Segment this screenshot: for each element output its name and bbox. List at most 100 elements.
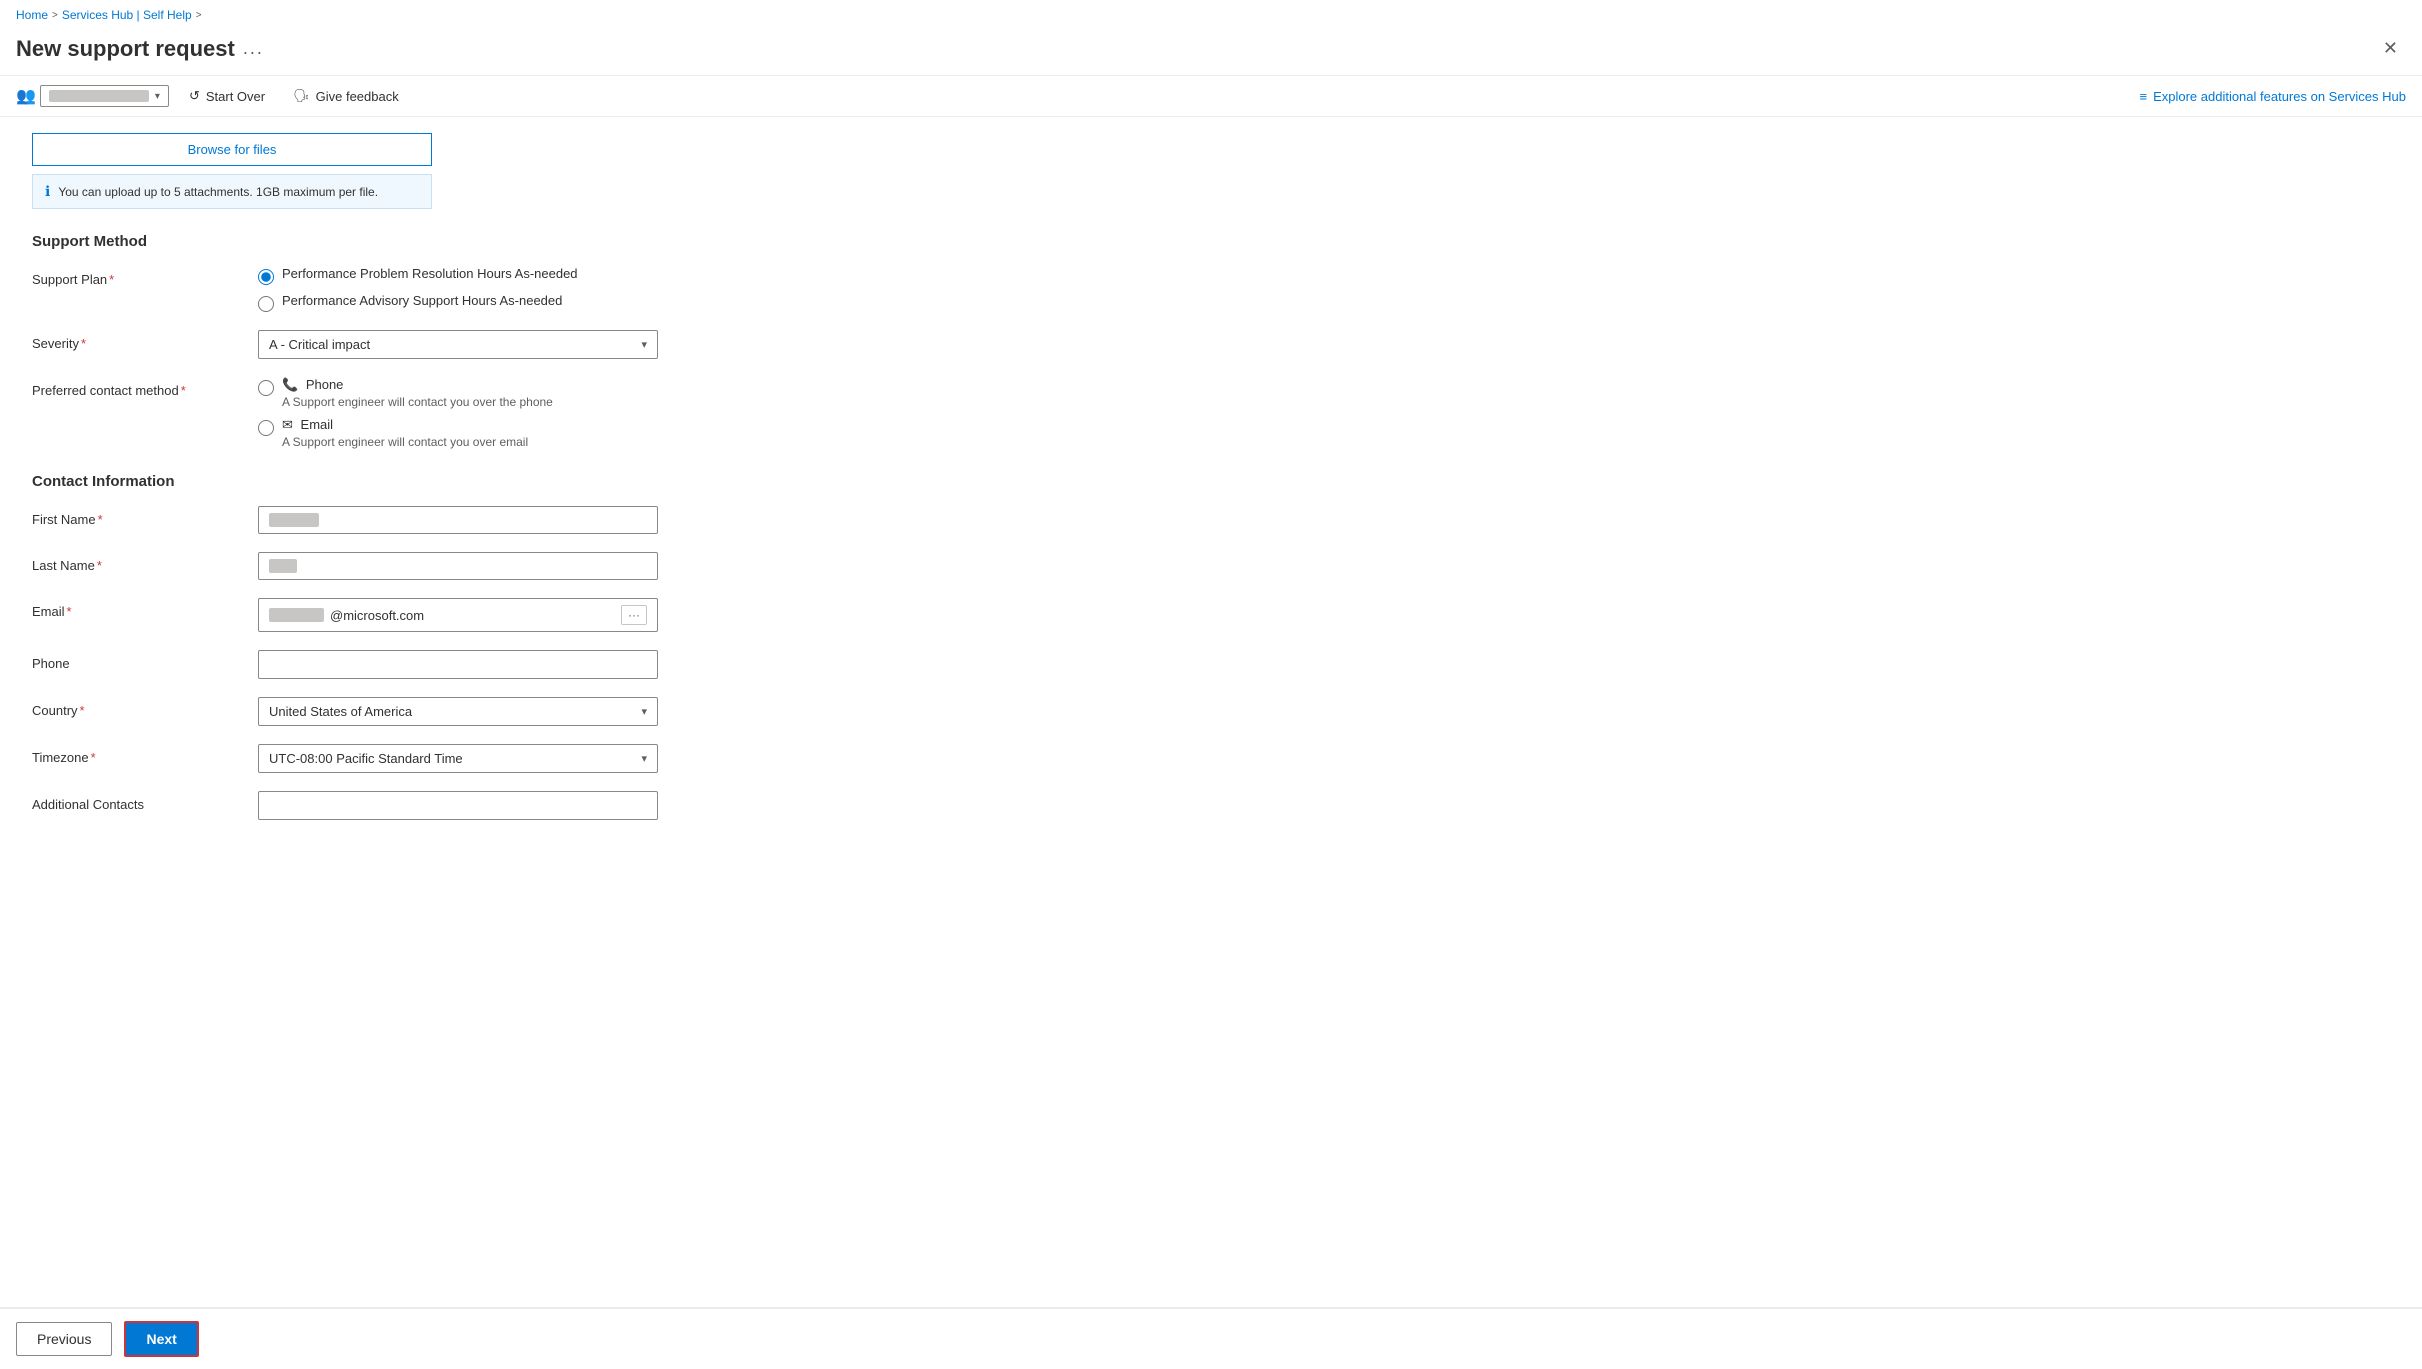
country-value: United States of America [269,704,412,719]
give-feedback-label: Give feedback [316,89,399,104]
phone-icon: 📞 [282,377,298,392]
toolbar: 👥 ▾ ↺ Start Over 🗣 Give feedback ≡ Explo… [0,76,2422,117]
close-button[interactable]: ✕ [2375,34,2406,63]
support-plan-label-1: Performance Problem Resolution Hours As-… [282,266,578,281]
breadcrumb-sep1: > [52,10,58,21]
contact-phone-radio[interactable] [258,380,274,396]
feedback-icon: 🗣 [293,88,310,104]
additional-contacts-row: Additional Contacts [32,791,2390,820]
more-options-icon[interactable]: ... [243,38,264,59]
start-over-button[interactable]: ↺ Start Over [181,84,273,108]
first-name-label: First Name* [32,506,242,527]
country-required: * [80,703,85,718]
email-field: @microsoft.com ··· [258,598,678,632]
contact-info-title: Contact Information [32,473,2390,490]
support-plan-label-2: Performance Advisory Support Hours As-ne… [282,293,562,308]
upload-info-text: You can upload up to 5 attachments. 1GB … [58,185,378,199]
email-input-wrapper: @microsoft.com ··· [258,598,658,632]
email-redacted [269,608,324,622]
breadcrumb-home[interactable]: Home [16,8,48,22]
breadcrumb: Home > Services Hub | Self Help > [0,0,2422,30]
tenant-chevron-icon: ▾ [155,91,160,102]
explore-label: Explore additional features on Services … [2153,89,2406,104]
contact-email-radio[interactable] [258,420,274,436]
phone-label: Phone [32,650,242,671]
give-feedback-button[interactable]: 🗣 Give feedback [285,84,407,108]
support-plan-label: Support Plan* [32,266,242,287]
country-chevron-icon: ▾ [641,705,647,718]
previous-button[interactable]: Previous [16,1322,112,1356]
browse-files-button[interactable]: Browse for files [32,133,432,166]
tenant-selector[interactable]: ▾ [40,85,169,107]
page-title: New support request [16,36,235,62]
severity-dropdown[interactable]: A - Critical impact ▾ [258,330,658,359]
additional-contacts-label: Additional Contacts [32,791,242,812]
next-button[interactable]: Next [124,1321,198,1357]
timezone-label: Timezone* [32,744,242,765]
phone-row: Phone [32,650,2390,679]
explore-icon: ≡ [2139,89,2147,104]
info-icon: ℹ [45,183,50,200]
severity-field: A - Critical impact ▾ [258,330,678,359]
breadcrumb-sep2: > [196,10,202,21]
last-name-redacted [269,559,297,573]
last-name-field [258,552,678,580]
breadcrumb-services-hub[interactable]: Services Hub | Self Help [62,8,192,22]
people-icon: 👥 [16,86,36,106]
contact-email-sublabel: A Support engineer will contact you over… [282,435,528,449]
preferred-contact-options: 📞 Phone A Support engineer will contact … [258,377,678,449]
timezone-dropdown[interactable]: UTC-08:00 Pacific Standard Time ▾ [258,744,658,773]
timezone-row: Timezone* UTC-08:00 Pacific Standard Tim… [32,744,2390,773]
phone-field [258,650,678,679]
preferred-contact-required: * [181,383,186,398]
phone-input[interactable] [258,650,658,679]
first-name-row: First Name* [32,506,2390,534]
timezone-field: UTC-08:00 Pacific Standard Time ▾ [258,744,678,773]
support-plan-radio-2[interactable] [258,296,274,312]
first-name-redacted [269,513,319,527]
severity-label: Severity* [32,330,242,351]
tenant-bar [49,90,149,102]
severity-required: * [81,336,86,351]
support-plan-radio-1[interactable] [258,269,274,285]
support-method-title: Support Method [32,233,2390,250]
country-row: Country* United States of America ▾ [32,697,2390,726]
email-label: Email* [32,598,242,619]
contact-phone-option[interactable]: 📞 Phone A Support engineer will contact … [258,377,678,409]
severity-value: A - Critical impact [269,337,370,352]
severity-chevron-icon: ▾ [641,338,647,351]
start-over-label: Start Over [206,89,265,104]
contact-info-section: Contact Information First Name* Last Nam… [32,473,2390,820]
upload-info-box: ℹ You can upload up to 5 attachments. 1G… [32,174,432,209]
contact-email-option[interactable]: ✉ Email A Support engineer will contact … [258,417,678,449]
preferred-contact-row: Preferred contact method* 📞 Phone A Supp… [32,377,2390,449]
country-dropdown[interactable]: United States of America ▾ [258,697,658,726]
first-name-input-wrapper [258,506,658,534]
country-label: Country* [32,697,242,718]
page-title-area: New support request ... [16,36,264,62]
email-required: * [67,604,72,619]
page-header: New support request ... ✕ [0,30,2422,76]
timezone-required: * [91,750,96,765]
last-name-label: Last Name* [32,552,242,573]
email-row: Email* @microsoft.com ··· [32,598,2390,632]
support-plan-option-1[interactable]: Performance Problem Resolution Hours As-… [258,266,678,285]
additional-contacts-field [258,791,678,820]
last-name-required: * [97,558,102,573]
first-name-field [258,506,678,534]
timezone-value: UTC-08:00 Pacific Standard Time [269,751,463,766]
last-name-input-wrapper [258,552,658,580]
email-more-button[interactable]: ··· [621,605,647,625]
main-content: Browse for files ℹ You can upload up to … [0,117,2422,1307]
support-plan-option-2[interactable]: Performance Advisory Support Hours As-ne… [258,293,678,312]
additional-contacts-input[interactable] [258,791,658,820]
preferred-contact-label: Preferred contact method* [32,377,242,398]
contact-phone-sublabel: A Support engineer will contact you over… [282,395,553,409]
email-icon: ✉ [282,417,293,432]
first-name-required: * [98,512,103,527]
timezone-chevron-icon: ▾ [641,752,647,765]
toolbar-left: 👥 ▾ ↺ Start Over 🗣 Give feedback [16,84,2123,108]
explore-features-link[interactable]: ≡ Explore additional features on Service… [2139,89,2406,104]
contact-email-label: ✉ Email [282,417,528,433]
support-method-section: Support Method Support Plan* Performance… [32,233,2390,449]
